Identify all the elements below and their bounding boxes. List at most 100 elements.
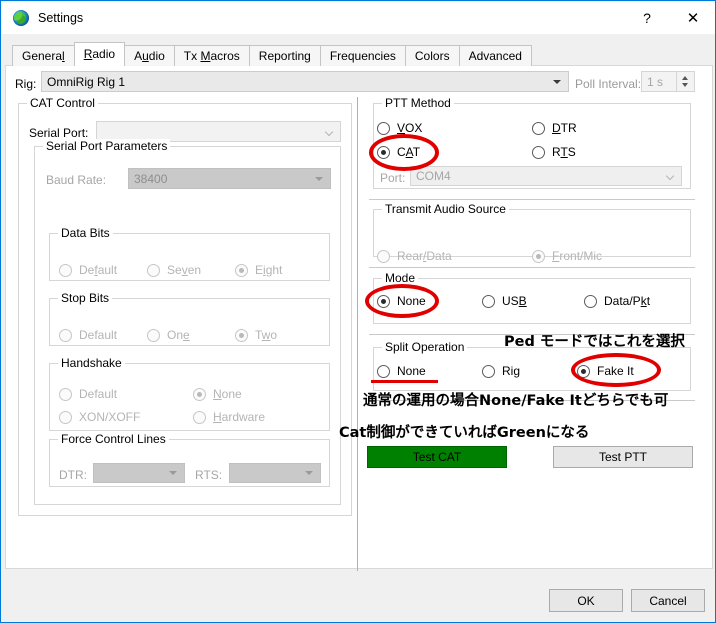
ptt-port-combo[interactable]: COM4 [410, 166, 682, 186]
tab-general[interactable]: General [12, 45, 75, 66]
test-ptt-button[interactable]: Test PTT [553, 446, 693, 468]
chevron-down-icon [305, 471, 313, 475]
radio-stop-bits-default[interactable]: Default [59, 328, 117, 342]
tab-colors[interactable]: Colors [404, 45, 460, 66]
radio-label: USB [502, 294, 527, 308]
radio-label: XON/XOFF [79, 410, 141, 424]
radio-split-fake-it[interactable]: Fake It [577, 364, 634, 378]
chevron-down-icon [667, 173, 675, 181]
close-button[interactable]: ✕ [670, 2, 715, 34]
radio-indicator [377, 145, 390, 159]
rig-combo-value: OmniRig Rig 1 [47, 74, 126, 89]
ptt-port-value: COM4 [416, 169, 451, 183]
radio-data-bits-eight[interactable]: Eight [235, 263, 282, 277]
radio-label: Front/Mic [552, 249, 603, 263]
radio-label: One [167, 328, 190, 342]
radio-label: Default [79, 263, 118, 277]
tab-radio[interactable]: Radio [73, 42, 126, 66]
radio-mode-usb[interactable]: USB [482, 294, 527, 308]
radio-ptt-cat[interactable]: CAT [377, 145, 420, 159]
serial-port-parameters-legend: Serial Port Parameters [43, 139, 171, 153]
radio-audio-rear-data[interactable]: Rear/Data [377, 249, 452, 263]
spinner-up-icon[interactable] [682, 76, 688, 80]
radio-stop-bits-one[interactable]: One [147, 328, 190, 342]
radio-handshake-none[interactable]: None [193, 387, 242, 401]
radio-indicator [377, 294, 390, 308]
spinner-down-icon[interactable] [682, 83, 688, 87]
radio-indicator [147, 328, 160, 342]
tab-audio[interactable]: Audio [124, 45, 175, 66]
window-title: Settings [38, 11, 84, 25]
chevron-down-icon [169, 471, 177, 475]
rig-combo[interactable]: OmniRig Rig 1 [41, 71, 569, 92]
test-cat-button[interactable]: Test CAT [367, 446, 507, 468]
radio-indicator [377, 121, 390, 135]
radio-indicator [482, 364, 495, 378]
radio-data-bits-default[interactable]: Default [59, 263, 117, 277]
radio-label: Rig [502, 364, 521, 378]
radio-indicator [377, 249, 390, 263]
radio-stop-bits-two[interactable]: Two [235, 328, 277, 342]
radio-indicator [532, 145, 545, 159]
annotation-ped-mode: Ped モードではこれを選択 [504, 334, 685, 350]
transmit-audio-source-legend: Transmit Audio Source [382, 202, 509, 216]
annotation-cat-green: Cat制御ができていればGreenになる [339, 425, 590, 441]
mode-legend: Mode [382, 271, 419, 285]
rts-label: RTS: [195, 468, 223, 482]
radio-label: None [213, 387, 242, 401]
radio-ptt-rts[interactable]: RTS [532, 145, 576, 159]
baud-rate-label: Baud Rate: [46, 173, 107, 187]
radio-handshake-hardware[interactable]: Hardware [193, 410, 265, 424]
force-control-lines-legend: Force Control Lines [58, 432, 169, 446]
radio-label: Hardware [213, 410, 266, 424]
ptt-method-legend: PTT Method [382, 96, 454, 110]
radio-label: Default [79, 387, 118, 401]
radio-split-none[interactable]: None [377, 364, 426, 378]
radio-indicator [59, 328, 72, 342]
poll-interval-stepper[interactable]: 1 s [641, 71, 695, 92]
radio-data-bits-seven[interactable]: Seven [147, 263, 201, 277]
stop-bits-legend: Stop Bits [58, 291, 113, 305]
ok-button[interactable]: OK [549, 589, 623, 612]
radio-label: Rear/Data [397, 249, 452, 263]
tab-advanced[interactable]: Advanced [458, 45, 532, 66]
radio-audio-front-mic[interactable]: Front/Mic [532, 249, 602, 263]
radio-handshake-xonxoff[interactable]: XON/XOFF [59, 410, 140, 424]
separator [369, 267, 695, 268]
radio-label: Seven [167, 263, 202, 277]
radio-indicator [235, 263, 248, 277]
spinner-buttons[interactable] [676, 72, 694, 91]
radio-label: CAT [397, 145, 421, 159]
radio-indicator [377, 364, 390, 378]
title-bar: Settings ? ✕ [2, 2, 715, 34]
radio-split-rig[interactable]: Rig [482, 364, 520, 378]
radio-indicator [235, 328, 248, 342]
radio-mode-none[interactable]: None [377, 294, 426, 308]
radio-indicator [193, 410, 206, 424]
help-button[interactable]: ? [624, 2, 670, 34]
annotation-normal-use: 通常の運用の場合None/Fake Itどちらでも可 [363, 393, 669, 409]
baud-rate-combo[interactable]: 38400 [128, 168, 331, 189]
radio-ptt-vox[interactable]: VOX [377, 121, 422, 135]
radio-label: Fake It [597, 364, 634, 378]
ptt-port-label: Port: [380, 171, 406, 185]
radio-indicator [584, 294, 597, 308]
radio-indicator [532, 121, 545, 135]
tab-reporting[interactable]: Reporting [248, 45, 321, 66]
radio-indicator [147, 263, 160, 277]
radio-label: Two [255, 328, 278, 342]
radio-indicator [59, 410, 72, 424]
dtr-combo[interactable] [93, 463, 185, 483]
rig-label: Rig: [15, 77, 37, 91]
rts-combo[interactable] [229, 463, 321, 483]
serial-port-label: Serial Port: [29, 126, 89, 140]
handshake-legend: Handshake [58, 356, 125, 370]
tab-tx-macros[interactable]: Tx Macros [173, 45, 250, 66]
radio-handshake-default[interactable]: Default [59, 387, 117, 401]
radio-mode-data-pkt[interactable]: Data/Pkt [584, 294, 650, 308]
cancel-button[interactable]: Cancel [631, 589, 705, 612]
radio-label: DTR [552, 121, 577, 135]
annotation-underline-split-none [371, 380, 438, 383]
tab-frequencies[interactable]: Frequencies [319, 45, 406, 66]
radio-ptt-dtr[interactable]: DTR [532, 121, 577, 135]
